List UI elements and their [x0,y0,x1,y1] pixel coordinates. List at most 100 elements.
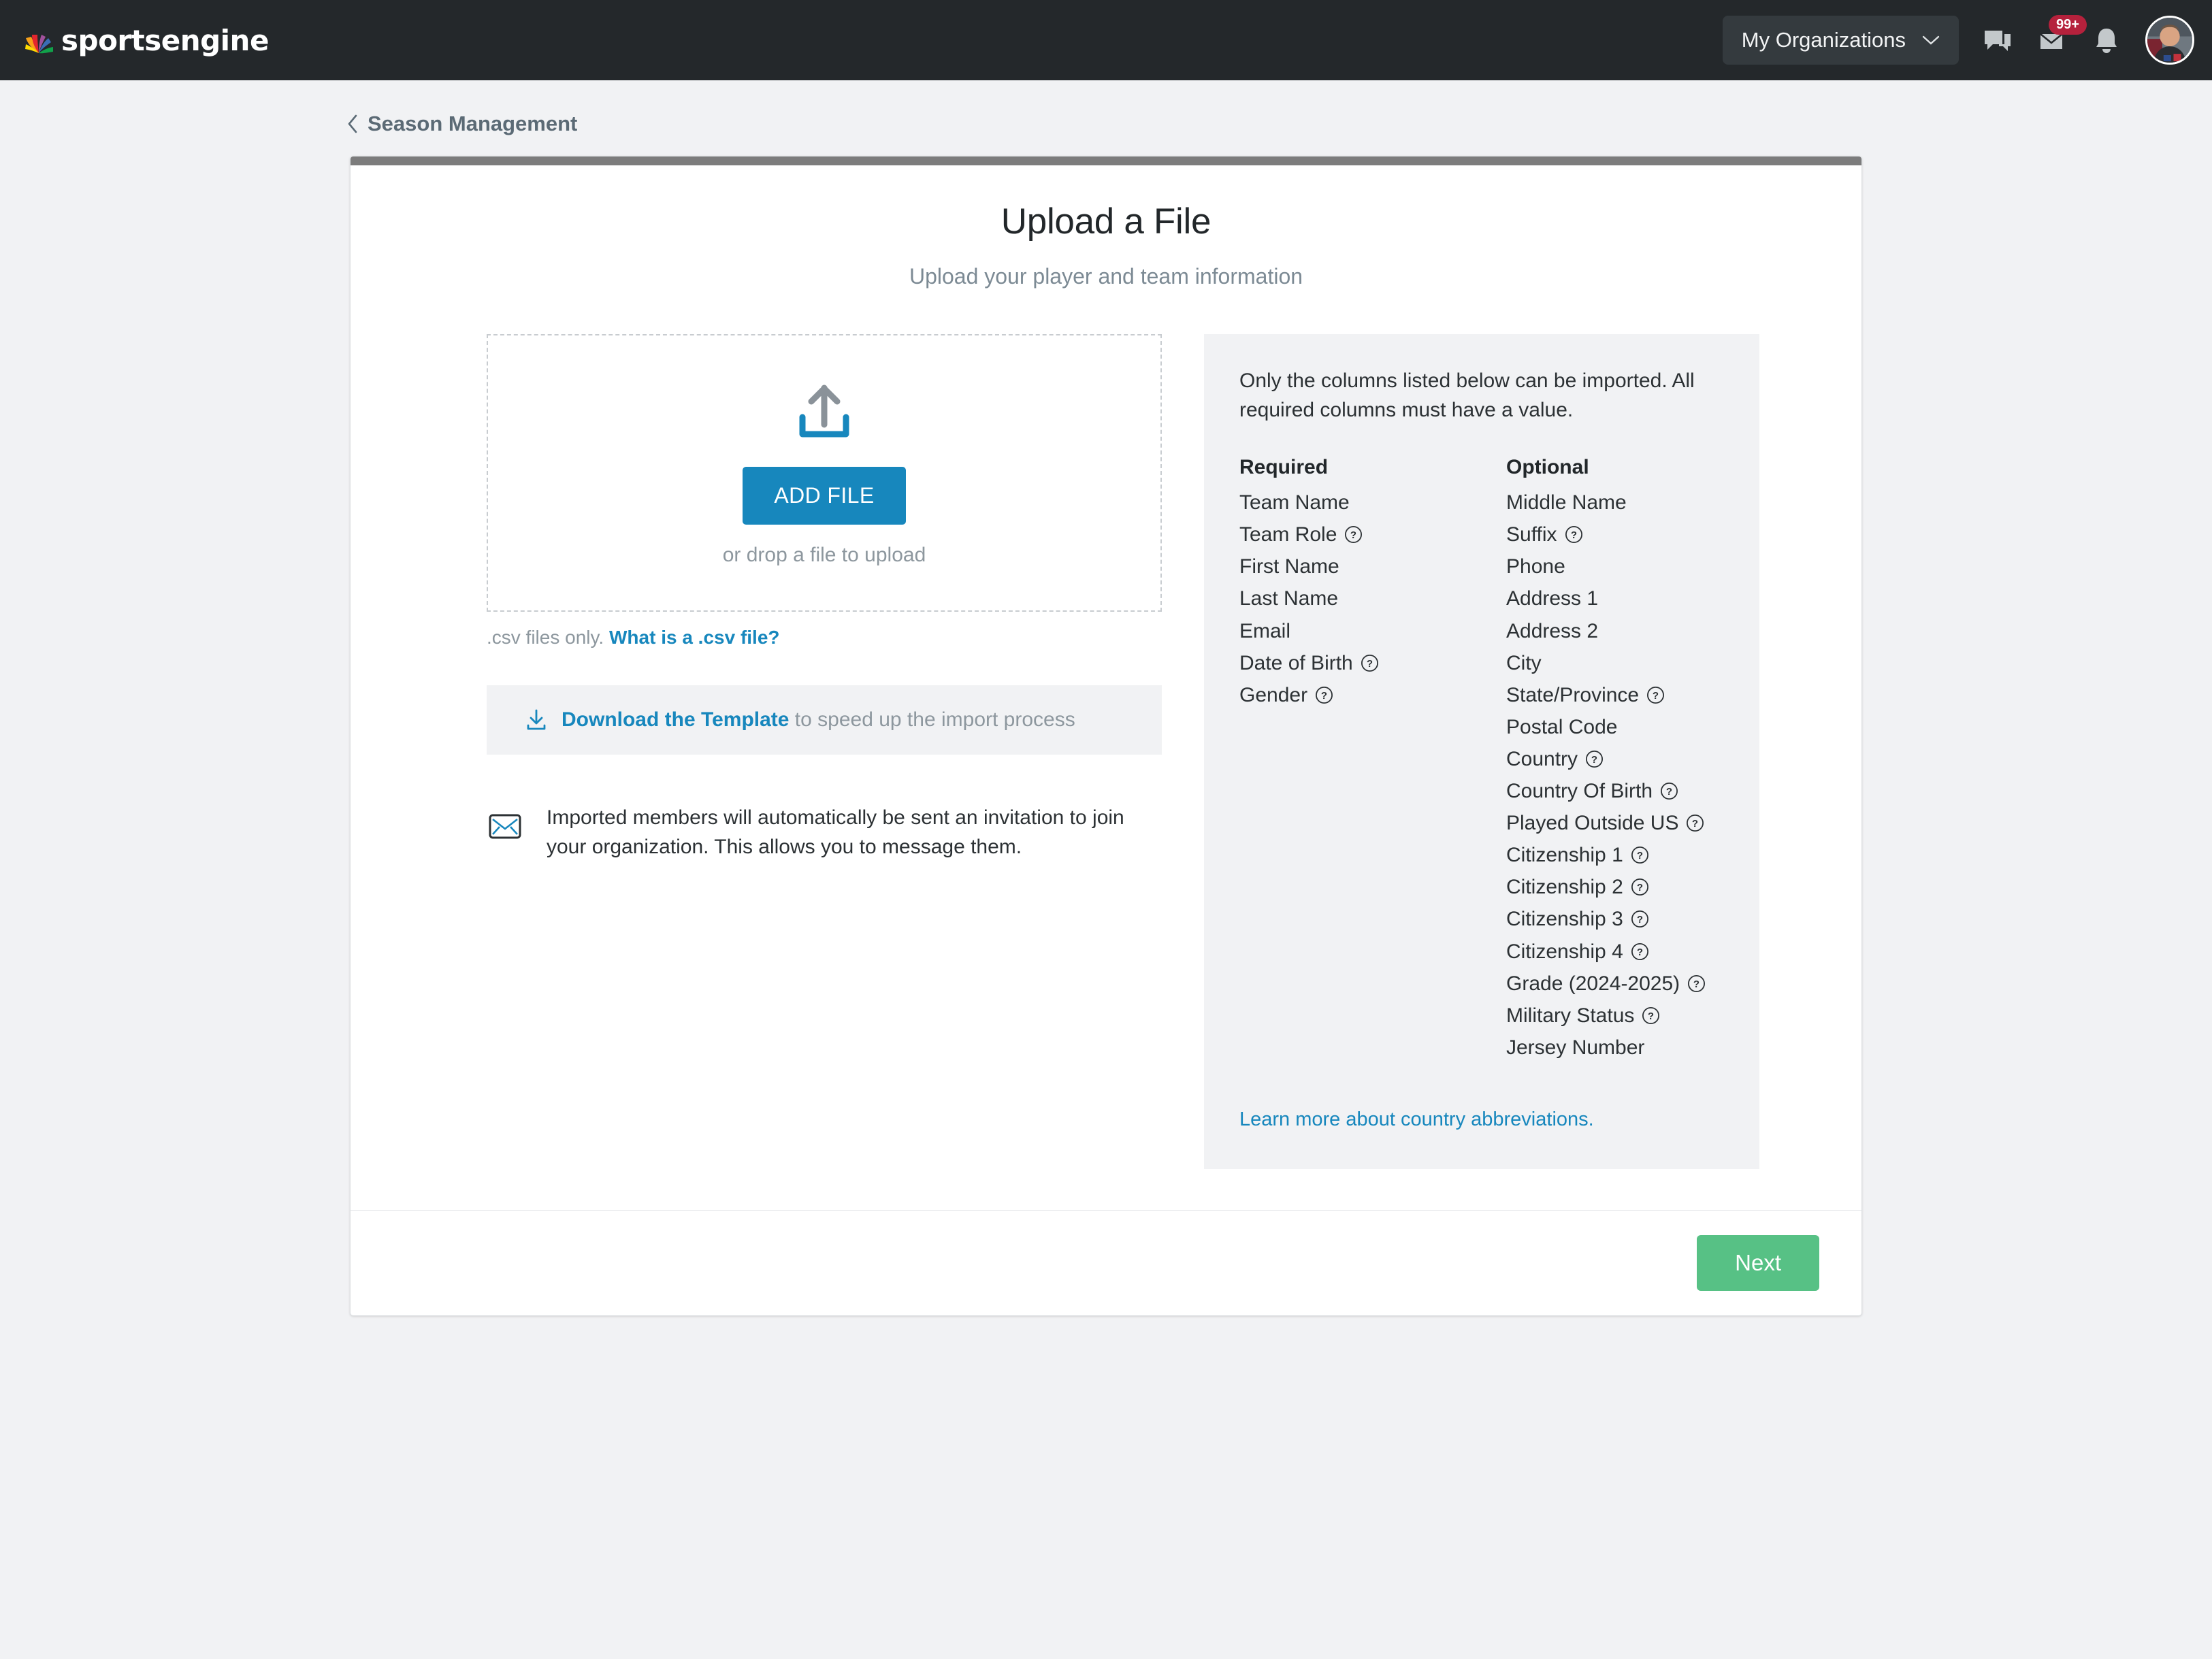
svg-text:?: ? [1693,979,1699,990]
help-icon[interactable]: ? [1361,654,1379,672]
help-icon[interactable]: ? [1631,910,1649,928]
breadcrumb-area: Season Management [0,80,2212,137]
field-row: Gender? [1239,679,1506,711]
bell-icon[interactable] [2091,24,2122,56]
importable-columns-panel: Only the columns listed below can be imp… [1204,334,1759,1169]
svg-text:?: ? [1350,529,1356,541]
field-row: First Name [1239,551,1506,582]
breadcrumb-label: Season Management [368,112,578,135]
help-icon[interactable]: ? [1642,1006,1660,1025]
help-icon[interactable]: ? [1585,750,1604,768]
field-row: Phone [1506,551,1778,582]
nbc-peacock-icon [25,35,53,54]
help-icon[interactable]: ? [1631,878,1649,896]
svg-text:?: ? [1321,690,1327,702]
invitation-notice: Imported members will automatically be s… [487,804,1162,862]
field-label: Country Of Birth [1506,780,1653,803]
help-icon[interactable]: ? [1687,974,1706,993]
bell-glyph [2096,29,2117,53]
svg-text:?: ? [1637,947,1643,958]
mail-icon[interactable]: 99+ [2036,15,2087,56]
download-template-rest: to speed up the import process [789,708,1075,731]
download-template-banner[interactable]: Download the Template to speed up the im… [487,685,1162,755]
chat-icon[interactable] [1982,24,2013,56]
field-row: City [1506,647,1778,679]
download-template-link[interactable]: Download the Template [562,708,789,731]
chat-bubbles-glyph [1985,31,2011,51]
field-lists: Required Team Name Team Role? First Name La… [1239,456,1724,1064]
invitation-text: Imported members will automatically be s… [547,806,1124,858]
help-icon[interactable]: ? [1631,942,1649,961]
sportsengine-logo[interactable]: sportsengine [23,24,269,57]
field-row: Suffix? [1506,519,1778,551]
avatar-photo [2147,18,2192,63]
help-icon[interactable]: ? [1315,686,1333,704]
field-row: Team Role? [1239,519,1506,551]
field-label: Grade (2024-2025) [1506,972,1680,995]
columns-info-column: Only the columns listed below can be imp… [1204,334,1759,1169]
required-column: Required Team Name Team Role? First Name La… [1239,456,1506,1064]
chevron-down-icon [1922,35,1940,45]
breadcrumb[interactable]: Season Management [347,112,577,136]
field-row: Grade (2024-2025)? [1506,968,1778,1000]
field-label: State/Province [1506,683,1640,706]
required-heading: Required [1239,456,1329,479]
help-icon[interactable]: ? [1631,846,1649,864]
field-row: Citizenship 2? [1506,871,1778,903]
card-footer: Next [351,1209,1861,1315]
field-label: Suffix [1506,523,1557,546]
field-label: First Name [1239,555,1339,578]
upload-card: Upload a File Upload your player and tea… [350,156,1862,1316]
svg-text:?: ? [1637,914,1643,925]
field-label: Citizenship 2 [1506,876,1623,899]
field-label: Military Status [1506,1004,1635,1027]
svg-text:?: ? [1570,529,1576,541]
field-row: Last Name [1239,582,1506,614]
help-icon[interactable]: ? [1344,525,1363,544]
field-row: Address 2 [1506,615,1778,647]
field-row: Citizenship 3? [1506,903,1778,935]
chevron-left-icon [348,114,357,133]
add-file-button[interactable]: ADD FILE [743,466,906,525]
my-organizations-dropdown[interactable]: My Organizations [1722,16,1959,65]
help-icon[interactable]: ? [1660,782,1678,800]
card-accent-bar [351,157,1861,165]
download-icon [527,709,546,730]
next-button[interactable]: Next [1697,1234,1819,1291]
header-actions: My Organizations 99+ [1722,15,2194,65]
svg-text:?: ? [1637,882,1643,893]
file-dropzone[interactable]: ADD FILE or drop a file to upload [487,334,1162,612]
country-abbreviations-link[interactable]: Learn more about country abbreviations. [1239,1108,1724,1131]
field-label: Played Outside US [1506,812,1679,835]
field-label: Postal Code [1506,715,1618,738]
svg-text:?: ? [1591,754,1597,766]
field-row: Citizenship 4? [1506,936,1778,968]
upload-icon [799,384,849,437]
svg-text:?: ? [1692,818,1698,830]
field-label: Citizenship 1 [1506,844,1623,867]
field-label: Date of Birth [1239,651,1353,674]
page-subtitle: Upload your player and team information [909,264,1303,289]
field-label: Citizenship 4 [1506,940,1623,963]
svg-text:?: ? [1653,690,1659,702]
help-icon[interactable]: ? [1646,686,1665,704]
download-template-text: Download the Template to speed up the im… [562,708,1075,732]
field-row: Country Of Birth? [1506,775,1778,807]
drop-hint-text: or drop a file to upload [722,543,926,566]
field-label: Team Name [1239,491,1350,514]
field-row: Country? [1506,743,1778,775]
field-row: Middle Name [1506,487,1778,519]
field-label: City [1506,651,1542,674]
field-label: Citizenship 3 [1506,908,1623,931]
field-row: Military Status? [1506,1000,1778,1032]
field-label: Email [1239,619,1291,642]
brand-name: sportsengine [61,23,269,57]
field-row: Email [1239,615,1506,647]
field-label: Last Name [1239,587,1339,610]
help-icon[interactable]: ? [1686,814,1704,832]
card-body: Upload a File Upload your player and tea… [351,165,1861,1210]
my-organizations-label: My Organizations [1741,28,1906,52]
help-icon[interactable]: ? [1565,525,1583,544]
avatar[interactable] [2145,16,2194,65]
what-is-csv-link[interactable]: What is a .csv file? [609,627,780,648]
